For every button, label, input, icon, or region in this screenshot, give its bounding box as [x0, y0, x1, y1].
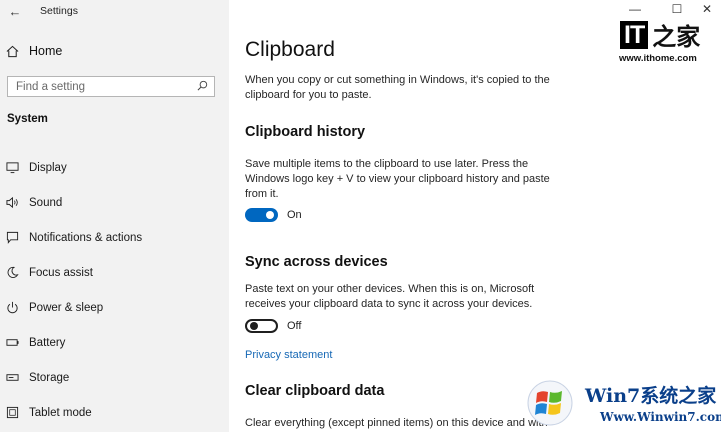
home-link[interactable]: Home	[6, 44, 62, 58]
clipboard-history-description: Save multiple items to the clipboard to …	[245, 158, 550, 200]
window-title: Settings	[40, 5, 78, 17]
back-arrow-icon[interactable]: ←	[6, 4, 24, 20]
sidebar-item-display[interactable]: Display	[0, 150, 229, 185]
tablet-icon	[6, 406, 19, 419]
speaker-icon	[6, 196, 19, 209]
sync-toggle[interactable]	[245, 319, 278, 333]
close-button[interactable]: ✕	[697, 2, 717, 16]
clipboard-history-heading: Clipboard history	[245, 124, 366, 140]
sync-heading: Sync across devices	[245, 254, 388, 270]
toggle-knob	[266, 211, 274, 219]
notification-icon	[6, 231, 19, 244]
sync-description: Paste text on your other devices. When t…	[245, 283, 535, 310]
sidebar-item-tablet-mode[interactable]: Tablet mode	[0, 395, 229, 430]
sidebar-item-label: Power & sleep	[29, 301, 104, 314]
sidebar-item-label: Battery	[29, 336, 66, 349]
clear-clipboard-description: Clear everything (except pinned items) o…	[245, 417, 548, 429]
win7-url: Www.Winwin7.com	[600, 410, 721, 424]
sidebar-item-label: Sound	[29, 196, 63, 209]
moon-icon	[6, 266, 19, 279]
sidebar-item-sound[interactable]: Sound	[0, 185, 229, 220]
ithome-logo-box: IT	[620, 20, 649, 49]
sidebar-item-label: Notifications & actions	[29, 231, 143, 244]
section-label-system: System	[7, 113, 48, 125]
sidebar-item-battery[interactable]: Battery	[0, 325, 229, 360]
clear-clipboard-heading: Clear clipboard data	[245, 383, 385, 399]
sidebar-item-focus-assist[interactable]: Focus assist	[0, 255, 229, 290]
sidebar-item-label: Tablet mode	[29, 406, 92, 419]
ithome-logo: IT 之家	[620, 17, 700, 52]
search-box[interactable]	[7, 76, 215, 97]
sidebar-item-label: Focus assist	[29, 266, 93, 279]
home-icon	[6, 45, 19, 58]
maximize-button[interactable]: ☐	[667, 2, 687, 16]
clipboard-history-toggle-row: On	[245, 208, 302, 222]
sidebar: ← Settings Home System Display Sound	[0, 0, 229, 432]
search-icon[interactable]	[197, 78, 208, 96]
privacy-statement-link[interactable]: Privacy statement	[245, 349, 332, 361]
clipboard-history-toggle[interactable]	[245, 208, 278, 222]
sidebar-item-notifications[interactable]: Notifications & actions	[0, 220, 229, 255]
windows-flag-icon	[527, 380, 573, 426]
ithome-logo-char: 之家	[652, 22, 701, 51]
ithome-url: www.ithome.com	[619, 53, 697, 64]
toggle-knob	[250, 322, 258, 330]
minimize-button[interactable]: —	[625, 2, 645, 16]
intro-text: When you copy or cut something in Window…	[245, 74, 550, 101]
sidebar-item-label: Display	[29, 161, 67, 174]
battery-icon	[6, 336, 19, 349]
search-input[interactable]	[16, 80, 197, 93]
display-icon	[6, 161, 19, 174]
sidebar-nav: Display Sound Notifications & actions Fo…	[0, 150, 229, 430]
clipboard-history-toggle-label: On	[287, 209, 302, 221]
power-icon	[6, 301, 19, 314]
sidebar-item-storage[interactable]: Storage	[0, 360, 229, 395]
page-title: Clipboard	[245, 38, 335, 61]
sync-toggle-row: Off	[245, 319, 301, 333]
sidebar-item-power-sleep[interactable]: Power & sleep	[0, 290, 229, 325]
sidebar-item-label: Storage	[29, 371, 70, 384]
home-label: Home	[29, 44, 63, 58]
win7-brand: Win7系统之家	[585, 385, 717, 407]
sync-toggle-label: Off	[287, 320, 302, 332]
storage-icon	[6, 371, 19, 384]
